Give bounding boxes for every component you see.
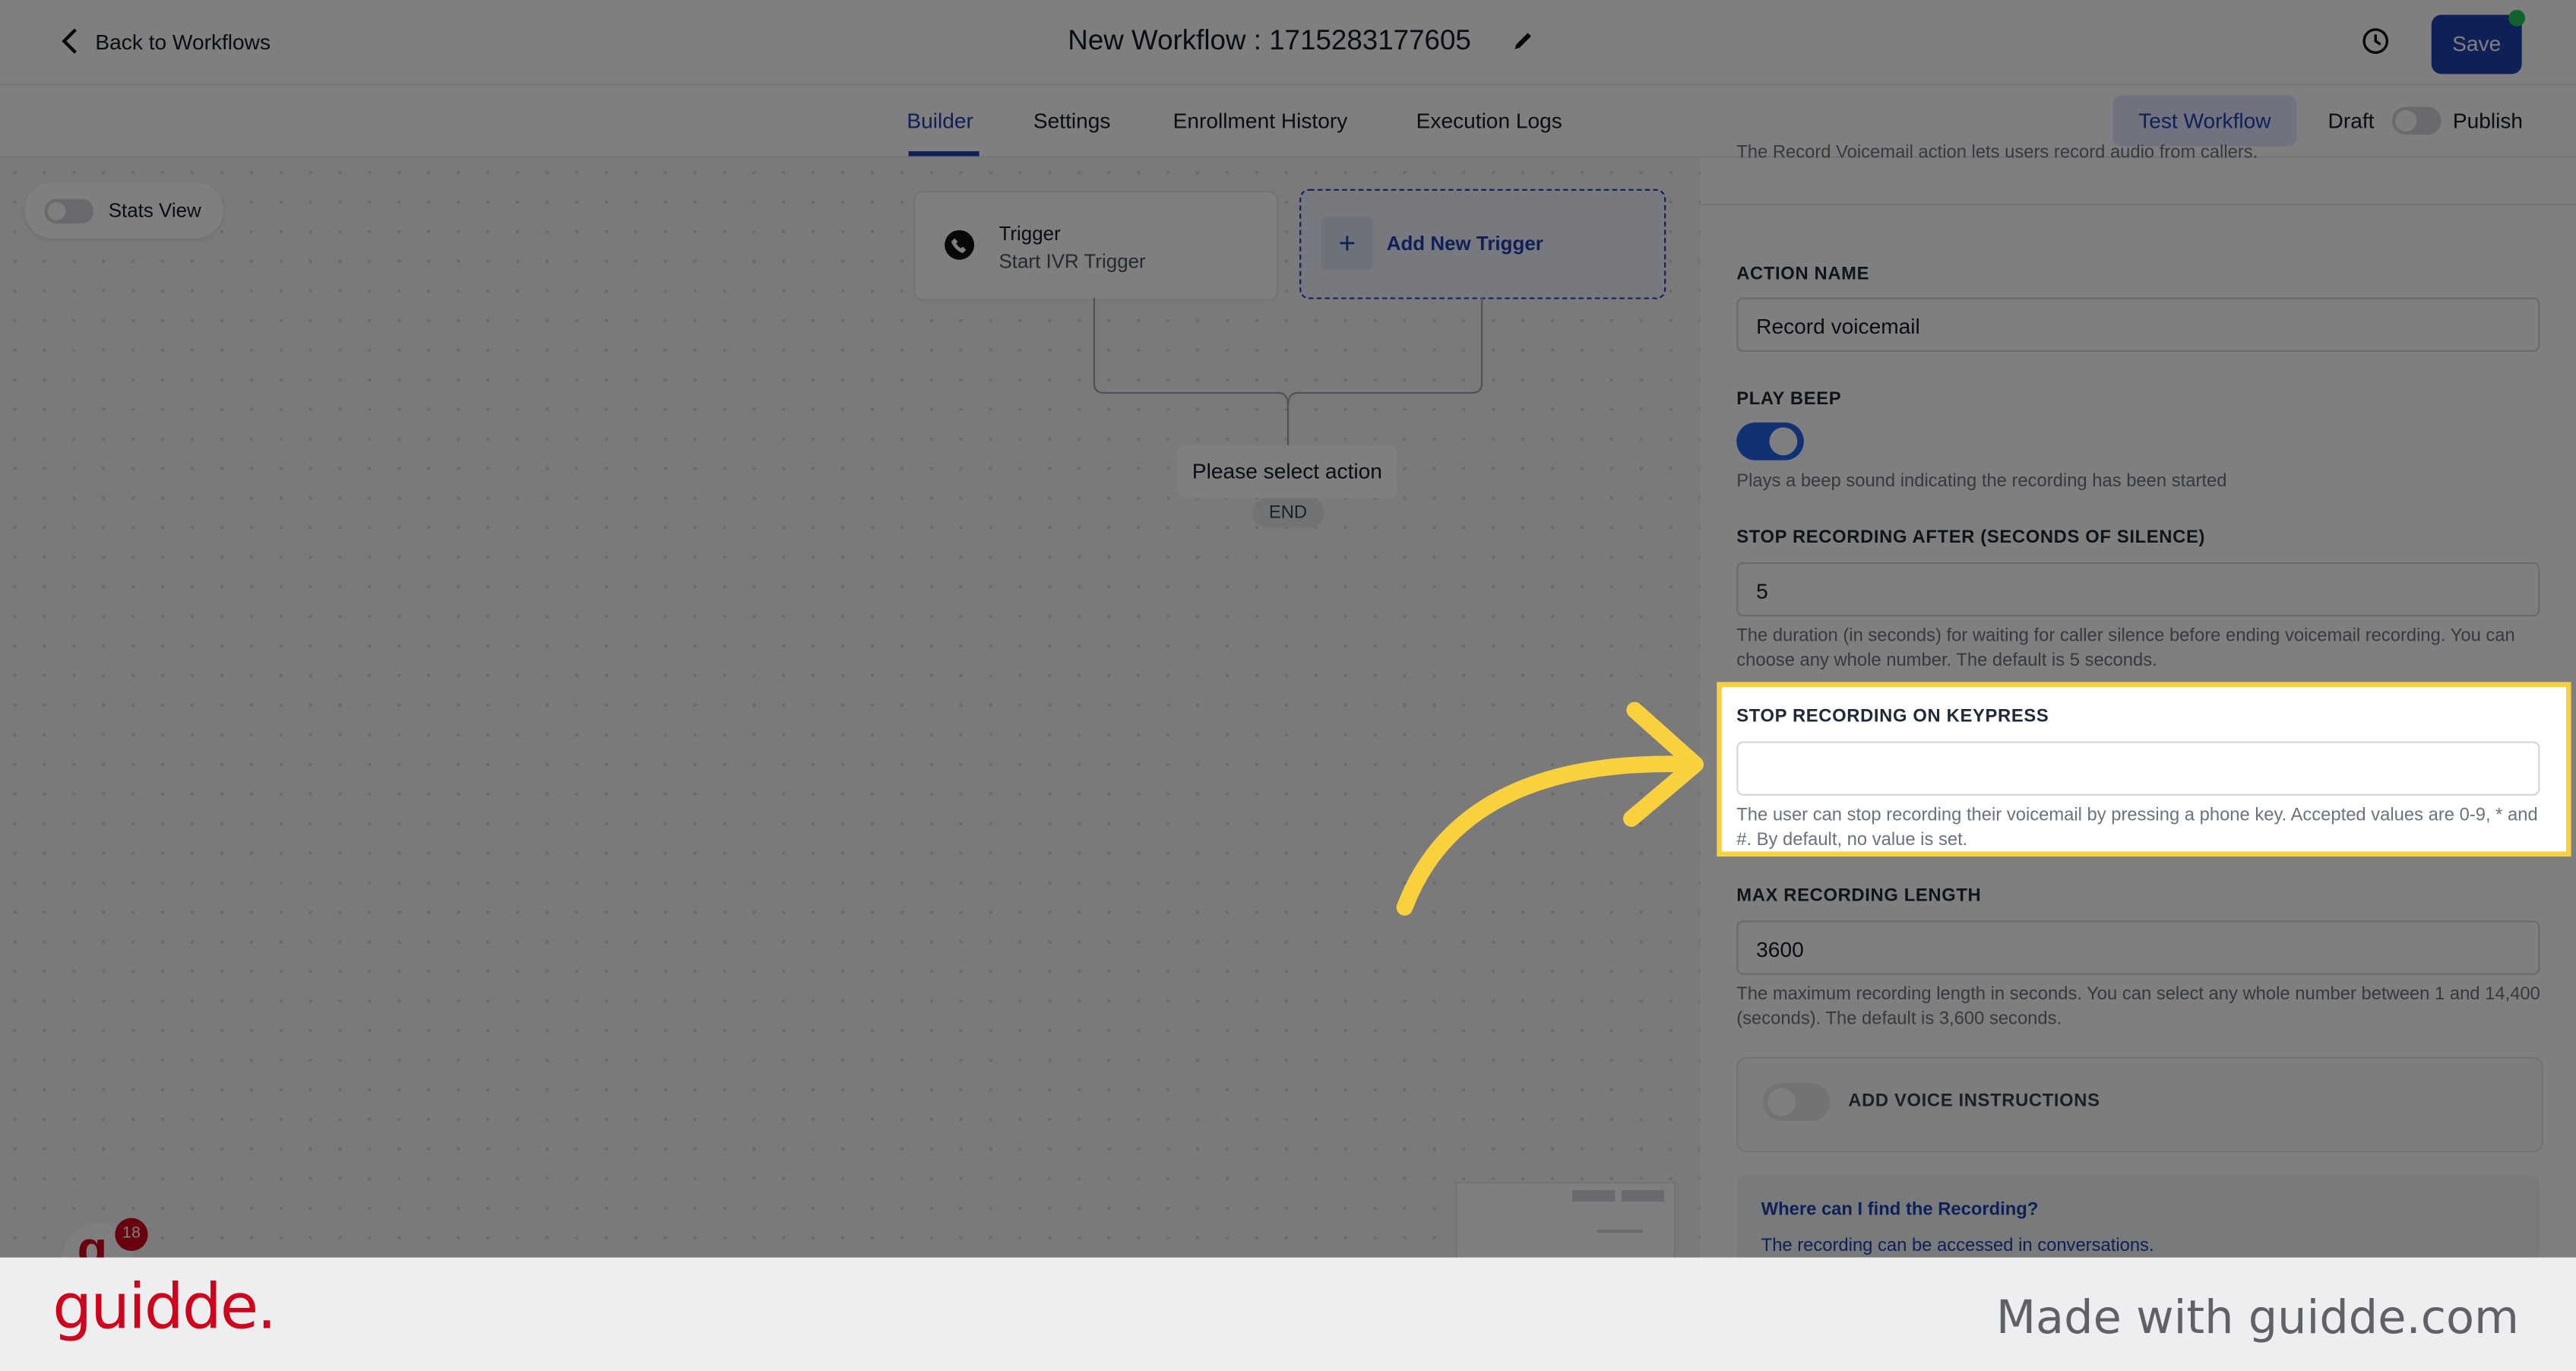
voice-instructions-toggle[interactable] [1762,1083,1831,1122]
trigger-card[interactable]: Trigger Start IVR Trigger [913,190,1279,301]
phone-icon [945,230,975,260]
notification-badge: 18 [115,1217,148,1252]
play-beep-help: Plays a beep sound indicating the record… [1736,471,2227,492]
action-name-label: ACTION NAME [1736,264,1870,285]
tab-settings[interactable]: Settings [1033,109,1111,133]
test-workflow-button[interactable]: Test Workflow [2112,95,2297,147]
stop-after-label: STOP RECORDING AFTER (SECONDS OF SILENCE… [1736,527,2206,548]
stats-view-label: Stats View [108,198,201,223]
trigger-subtitle: Start IVR Trigger [998,249,1146,274]
add-new-trigger-button[interactable]: + Add New Trigger [1299,188,1666,299]
play-beep-label: PLAY BEEP [1736,389,1842,410]
action-name-input[interactable]: Record voicemail [1736,297,2540,352]
screenshot: Back to Workflows New Workflow : 1715283… [0,0,2576,1371]
edit-pencil-icon[interactable] [1511,30,1534,52]
history-icon[interactable] [2361,27,2391,56]
divider [1700,204,2576,206]
add-trigger-label: Add New Trigger [1386,231,1543,255]
stop-after-help: The duration (in seconds) for waiting fo… [1736,626,2515,671]
stop-keypress-help: The user can stop recording their voicem… [1736,805,2538,850]
faq-question[interactable]: Where can I find the Recording? [1761,1200,2039,1220]
play-beep-toggle[interactable] [1736,422,1804,461]
max-length-input[interactable]: 3600 [1736,920,2540,975]
tab-enrollment-history[interactable]: Enrollment History [1173,109,1348,133]
draft-label: Draft [2328,108,2375,134]
back-to-workflows-link[interactable]: Back to Workflows [59,27,271,56]
save-button[interactable]: Save [2431,14,2522,74]
stop-after-input[interactable]: 5 [1736,562,2540,617]
chevron-left-icon [62,28,77,54]
workflow-title: New Workflow : 1715283177605 [1068,24,1471,56]
publish-toggle[interactable] [2391,106,2442,135]
guidde-logo: guidde. [52,1270,277,1344]
stop-keypress-label: STOP RECORDING ON KEYPRESS [1736,707,2049,727]
status-dot [2508,9,2525,27]
workflow-app: Back to Workflows New Workflow : 1715283… [0,0,2576,1258]
back-label: Back to Workflows [95,28,271,54]
active-tab-indicator [908,150,979,157]
minimap[interactable] [1455,1182,1676,1258]
trigger-title: Trigger [998,222,1061,245]
voice-instructions-section: ADD VOICE INSTRUCTIONS [1736,1056,2543,1153]
top-bar: Back to Workflows New Workflow : 1715283… [0,0,2576,86]
end-node: END [1252,498,1324,528]
plus-icon: + [1321,217,1374,270]
footer-tagline: Made with guidde.com [1995,1290,2519,1345]
connector-lines [1093,297,1483,446]
stop-keypress-input[interactable] [1736,741,2540,796]
panel-intro: The Record Voicemail action lets users r… [1736,143,2258,163]
action-settings-panel: The Record Voicemail action lets users r… [1700,143,2576,1258]
select-action-node[interactable]: Please select action [1178,445,1397,499]
max-length-label: MAX RECORDING LENGTH [1736,885,1982,906]
faq-box: Where can I find the Recording? The reco… [1736,1175,2540,1258]
arrow-pointer-icon [1396,701,1704,916]
faq-answer: The recording can be accessed in convers… [1761,1236,2154,1256]
tab-builder[interactable]: Builder [907,109,973,133]
max-length-help: The maximum recording length in seconds.… [1736,984,2540,1030]
footer: guidde. Made with guidde.com [0,1257,2576,1371]
stats-view-toggle[interactable]: Stats View [24,182,224,239]
tab-execution-logs[interactable]: Execution Logs [1416,109,1562,133]
publish-label: Publish [2452,108,2524,134]
voice-instructions-label: ADD VOICE INSTRUCTIONS [1848,1091,2100,1112]
